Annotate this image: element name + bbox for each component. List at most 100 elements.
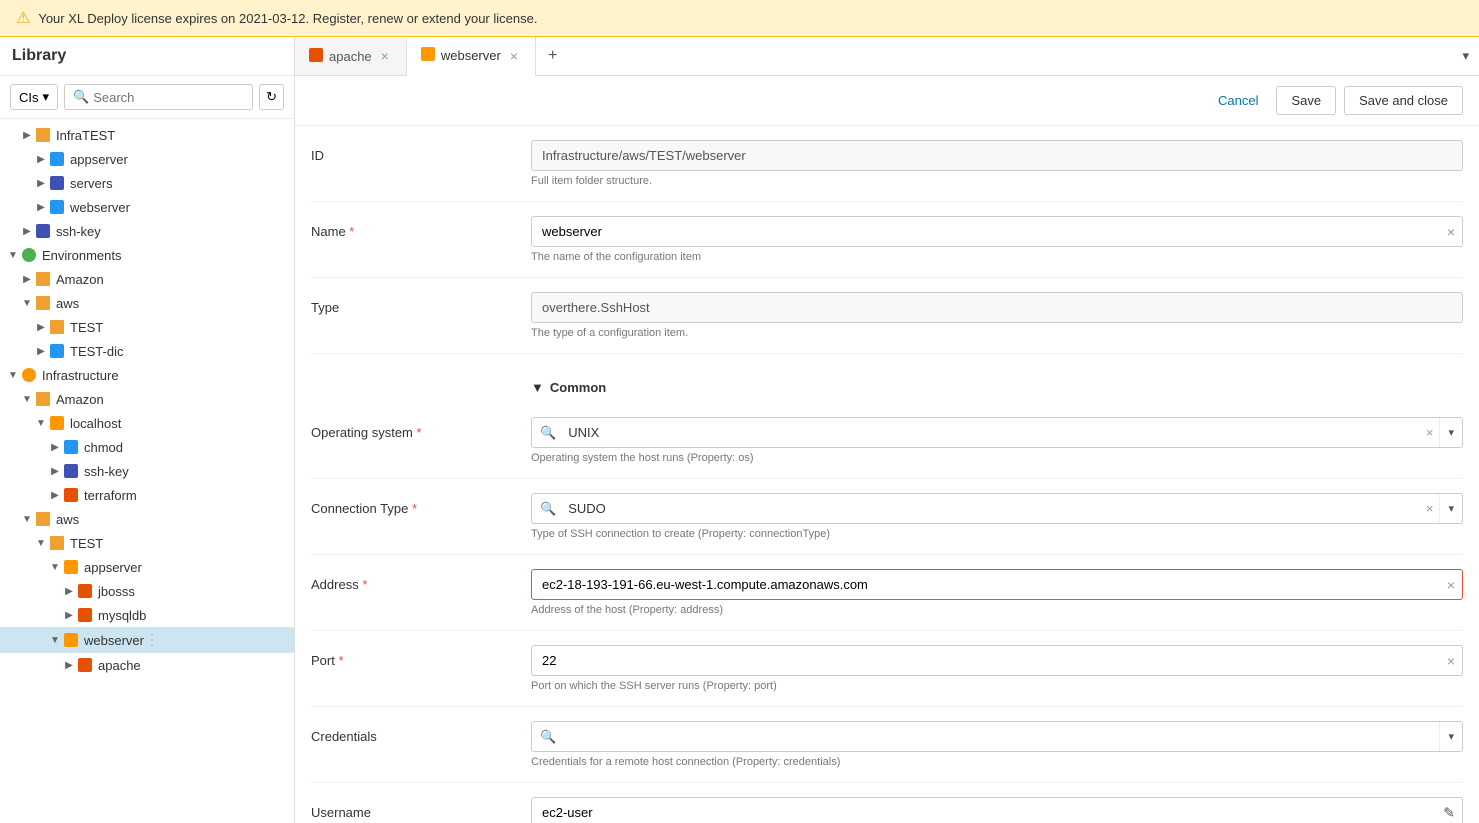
tree-item-test-dic[interactable]: ▶ TEST-dic [0, 339, 294, 363]
port-input-wrap: × [531, 645, 1463, 676]
tree-item-appserver-infra[interactable]: ▼ appserver [0, 555, 294, 579]
connection-type-dropdown-arrow[interactable]: ▾ [1439, 494, 1462, 523]
tree-icon-webserver-aws [62, 631, 80, 649]
credentials-value [564, 730, 1439, 744]
search-input[interactable] [93, 90, 244, 105]
tree-item-terraform[interactable]: ▶ terraform [0, 483, 294, 507]
tree-item-amazon-env[interactable]: ▶ Amazon [0, 267, 294, 291]
os-clear-button[interactable]: × [1420, 425, 1440, 440]
warning-banner: ⚠ Your XL Deploy license expires on 2021… [0, 0, 1479, 37]
ci-label: CIs [19, 90, 39, 105]
os-select[interactable]: 🔍 UNIX × ▾ [531, 417, 1463, 448]
hint-os: Operating system the host runs (Property… [531, 452, 1463, 464]
tab-webserver-icon [421, 47, 435, 64]
hint-credentials: Credentials for a remote host connection… [531, 756, 1463, 768]
field-connection-type: 🔍 SUDO × ▾ Type of SSH connection to cre… [531, 493, 1463, 540]
input-type [531, 292, 1463, 323]
tree-icon-apache-tree [76, 656, 94, 674]
tree-item-webserver-aws[interactable]: ▼ webserver ⋮ [0, 627, 294, 653]
tree-item-apache-tree[interactable]: ▶ apache [0, 653, 294, 677]
tree-item-amazon-infra[interactable]: ▼ Amazon [0, 387, 294, 411]
tree-icon-jbosss [76, 582, 94, 600]
save-close-button[interactable]: Save and close [1344, 86, 1463, 115]
tree-icon-aws-infra [34, 510, 52, 528]
clear-address-button[interactable]: × [1447, 577, 1455, 593]
tree-label-aws-infra: aws [56, 512, 79, 527]
tab-apache-icon [309, 48, 323, 65]
tree-icon-amazon-env [34, 270, 52, 288]
input-id[interactable] [531, 140, 1463, 171]
tree-item-infratest[interactable]: ▶ InfraTEST [0, 123, 294, 147]
tree-item-drag-handle[interactable]: ⋮ [144, 630, 160, 650]
tree-item-aws-env[interactable]: ▼ aws [0, 291, 294, 315]
connection-type-select[interactable]: 🔍 SUDO × ▾ [531, 493, 1463, 524]
tree-item-test-env[interactable]: ▶ TEST [0, 315, 294, 339]
tree-item-appserver[interactable]: ▶ appserver [0, 147, 294, 171]
tab-apache[interactable]: apache × [295, 38, 407, 75]
tab-add-button[interactable]: + [536, 39, 569, 73]
ci-dropdown[interactable]: CIs ▾ [10, 84, 58, 110]
clear-name-button[interactable]: × [1447, 224, 1455, 240]
refresh-button[interactable]: ↻ [259, 84, 284, 110]
os-dropdown-arrow[interactable]: ▾ [1439, 418, 1462, 447]
form-row-credentials: Credentials 🔍 ▾ Credentials for a remote… [311, 707, 1463, 783]
required-mark-os: * [413, 425, 422, 440]
cancel-button[interactable]: Cancel [1208, 87, 1268, 114]
os-search-icon: 🔍 [532, 425, 564, 441]
tree-item-webserver-infra[interactable]: ▶ webserver [0, 195, 294, 219]
input-address[interactable] [531, 569, 1463, 600]
tree-item-localhost[interactable]: ▼ localhost [0, 411, 294, 435]
credentials-select[interactable]: 🔍 ▾ [531, 721, 1463, 752]
label-username: Username [311, 797, 531, 820]
tree-label-mysqldb: mysqldb [98, 608, 146, 623]
tree-item-chmod[interactable]: ▶ chmod [0, 435, 294, 459]
input-port[interactable] [531, 645, 1463, 676]
tree-arrow-test-infra: ▼ [34, 538, 48, 549]
tree-label-webserver-aws: webserver [84, 633, 144, 648]
form-row-id: ID Full item folder structure. [311, 126, 1463, 202]
tree-item-ssh-key[interactable]: ▶ ssh-key [0, 219, 294, 243]
tree-item-infrastructure[interactable]: ▼ Infrastructure [0, 363, 294, 387]
hint-type: The type of a configuration item. [531, 327, 1463, 339]
input-username[interactable] [531, 797, 1463, 823]
common-section-header: ▼ Common [531, 368, 1463, 403]
tab-apache-close[interactable]: × [378, 48, 392, 64]
tab-webserver[interactable]: webserver × [407, 37, 536, 76]
username-input-wrap: ✎ [531, 797, 1463, 823]
username-edit-icon[interactable]: ✎ [1443, 804, 1455, 821]
connection-type-clear-button[interactable]: × [1420, 501, 1440, 516]
tree-icon-mysqldb [76, 606, 94, 624]
hint-name: The name of the configuration item [531, 251, 1463, 263]
tab-webserver-close[interactable]: × [507, 48, 521, 64]
tree-item-mysqldb[interactable]: ▶ mysqldb [0, 603, 294, 627]
label-common-spacer [311, 368, 531, 376]
tree-item-environments[interactable]: ▼ Environments [0, 243, 294, 267]
tree-label-webserver-infra: webserver [70, 200, 130, 215]
required-mark-port: * [335, 653, 344, 668]
field-username: ✎ Username to connect with (Property: us… [531, 797, 1463, 823]
hint-id: Full item folder structure. [531, 175, 1463, 187]
tree-icon-ssh-key-loc [62, 462, 80, 480]
credentials-dropdown-arrow[interactable]: ▾ [1439, 722, 1462, 751]
field-id: Full item folder structure. [531, 140, 1463, 187]
tree-icon-appserver [48, 150, 66, 168]
tree-label-aws-env: aws [56, 296, 79, 311]
tree-item-aws-infra[interactable]: ▼ aws [0, 507, 294, 531]
tabs-dropdown-button[interactable]: ▾ [1452, 40, 1479, 72]
tree-arrow-webserver-infra: ▶ [34, 202, 48, 213]
tree-icon-localhost [48, 414, 66, 432]
tree-item-servers[interactable]: ▶ servers [0, 171, 294, 195]
label-connection-type: Connection Type * [311, 493, 531, 516]
input-name[interactable] [531, 216, 1463, 247]
tree-label-amazon-infra: Amazon [56, 392, 104, 407]
tree-label-jbosss: jbosss [98, 584, 135, 599]
save-button[interactable]: Save [1276, 86, 1336, 115]
field-name: × The name of the configuration item [531, 216, 1463, 263]
tree-icon-servers [48, 174, 66, 192]
tree-item-jbosss[interactable]: ▶ jbosss [0, 579, 294, 603]
clear-port-button[interactable]: × [1447, 653, 1455, 669]
label-id: ID [311, 140, 531, 163]
tree-item-ssh-key-loc[interactable]: ▶ ssh-key [0, 459, 294, 483]
tree-item-test-infra[interactable]: ▼ TEST [0, 531, 294, 555]
tree-label-test-env: TEST [70, 320, 103, 335]
